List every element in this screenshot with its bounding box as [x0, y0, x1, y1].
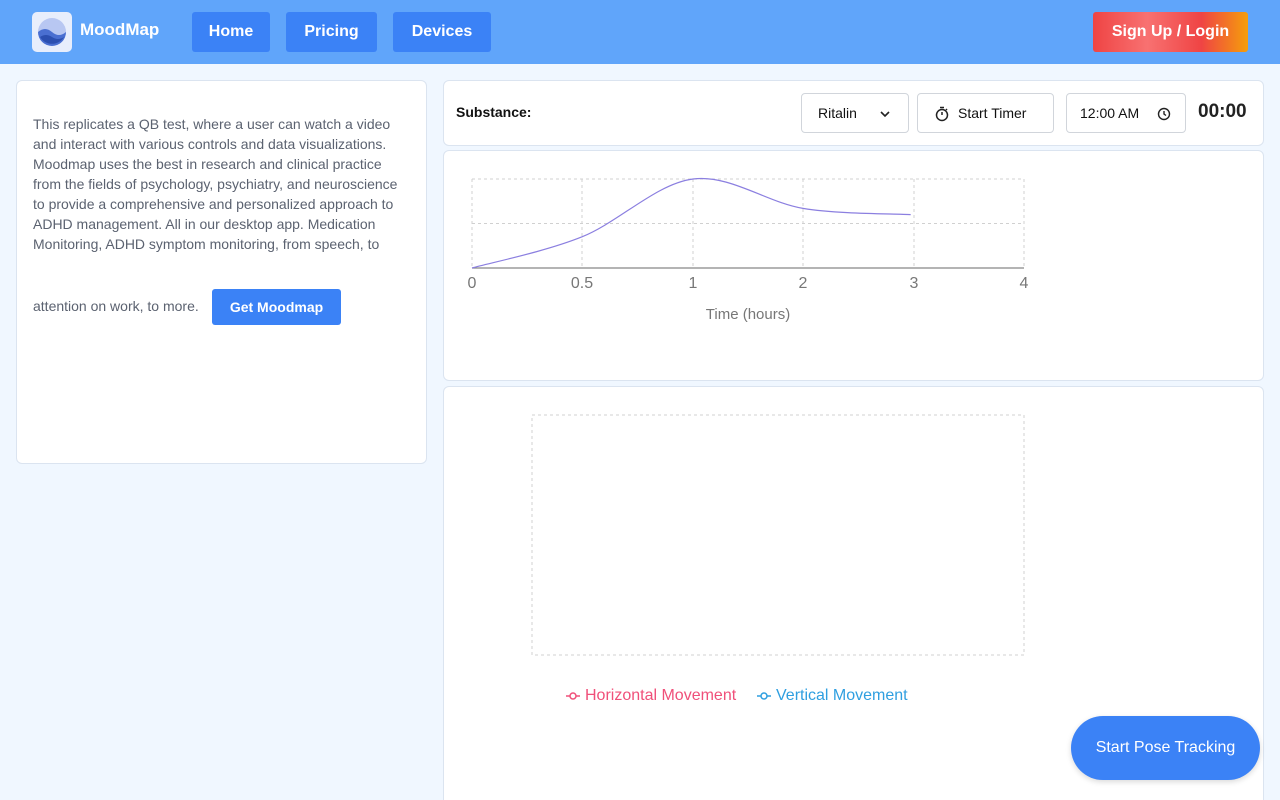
movement-plot-area — [531, 414, 1025, 656]
time-input[interactable]: 12:00 AM — [1066, 93, 1186, 133]
clock-icon[interactable] — [1157, 107, 1171, 124]
legend-label-horizontal: Horizontal Movement — [585, 687, 737, 704]
start-timer-button[interactable]: Start Timer — [917, 93, 1054, 133]
intro-text-tail: attention on work, to more. — [33, 298, 199, 314]
x-tick-label: 0 — [468, 275, 477, 292]
nav-pricing-button[interactable]: Pricing — [286, 12, 377, 52]
brand-name[interactable]: MoodMap — [80, 20, 159, 40]
logo-icon[interactable] — [32, 12, 72, 52]
x-tick-label: 0.5 — [571, 275, 593, 292]
chart-grid — [471, 178, 1025, 269]
start-timer-label: Start Timer — [958, 105, 1027, 121]
x-axis-label: Time (hours) — [706, 306, 790, 323]
legend-item-vertical[interactable]: Vertical Movement — [757, 687, 908, 705]
nav-devices-button[interactable]: Devices — [393, 12, 491, 52]
substance-select[interactable]: Ritalin — [801, 93, 909, 133]
chevron-down-icon — [878, 107, 892, 124]
signup-login-button[interactable]: Sign Up / Login — [1093, 12, 1248, 52]
x-axis-tick-labels: 0 0.5 1 2 3 4 — [468, 275, 1029, 292]
timer-display: 00:00 — [1198, 101, 1247, 122]
movement-chart — [531, 414, 1025, 656]
nav-home-button[interactable]: Home — [192, 12, 270, 52]
x-tick-label: 1 — [689, 275, 698, 292]
legend-item-horizontal[interactable]: Horizontal Movement — [566, 687, 736, 705]
intro-text: This replicates a QB test, where a user … — [33, 116, 398, 252]
stopwatch-icon — [934, 106, 950, 125]
line-circle-icon — [757, 691, 771, 701]
time-input-value: 12:00 AM — [1080, 105, 1140, 121]
medication-curve-chart: 0 0.5 1 2 3 4 Time (hours) — [468, 177, 1029, 323]
substance-value: Ritalin — [818, 105, 857, 121]
line-circle-icon — [566, 691, 580, 701]
x-tick-label: 2 — [799, 275, 808, 292]
legend-label-vertical: Vertical Movement — [776, 687, 908, 704]
substance-label: Substance: — [456, 104, 532, 120]
x-tick-label: 4 — [1020, 275, 1029, 292]
get-moodmap-button[interactable]: Get Moodmap — [212, 289, 341, 325]
x-tick-label: 3 — [910, 275, 919, 292]
start-pose-tracking-button[interactable]: Start Pose Tracking — [1071, 716, 1260, 780]
